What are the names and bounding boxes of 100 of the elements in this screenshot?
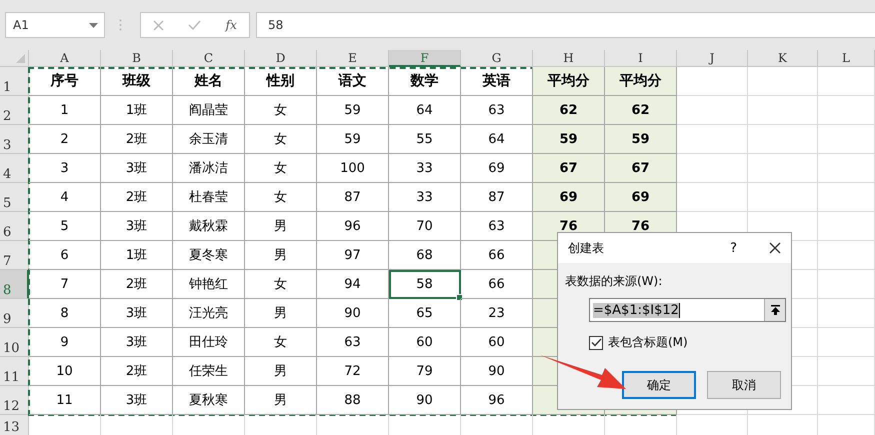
table-cell: 夏冬寒: [173, 241, 245, 270]
empty-cell[interactable]: [818, 183, 875, 212]
row-header[interactable]: 10: [0, 328, 29, 357]
column-header[interactable]: F: [389, 50, 461, 67]
table-cell: 69: [605, 183, 677, 212]
table-cell: 59: [317, 125, 389, 154]
table-cell: 62: [605, 96, 677, 125]
table-cell: 60: [389, 328, 461, 357]
close-icon[interactable]: [769, 242, 781, 254]
table-cell: 96: [317, 212, 389, 241]
column-header[interactable]: A: [29, 50, 101, 67]
column-header[interactable]: J: [677, 50, 748, 67]
column-header[interactable]: C: [173, 50, 245, 67]
row-header[interactable]: 9: [0, 299, 29, 328]
table-cell: 90: [389, 386, 461, 415]
table-cell: 2: [29, 125, 101, 154]
column-heading: 性别: [245, 67, 317, 96]
row-header[interactable]: 5: [0, 183, 29, 212]
row-header[interactable]: 4: [0, 154, 29, 183]
table-cell: 69: [533, 183, 605, 212]
table-cell: 潘冰洁: [173, 154, 245, 183]
empty-cell[interactable]: [818, 67, 875, 96]
empty-cell[interactable]: [818, 241, 875, 270]
table-cell: 67: [533, 154, 605, 183]
help-button[interactable]: ?: [730, 240, 737, 256]
table-cell: 男: [245, 299, 317, 328]
empty-cell[interactable]: [818, 270, 875, 299]
table-cell: 55: [389, 125, 461, 154]
empty-cell[interactable]: [748, 125, 818, 154]
row-header[interactable]: 8: [0, 270, 29, 299]
column-header[interactable]: D: [245, 50, 317, 67]
formula-field[interactable]: 58: [256, 12, 875, 38]
row-header[interactable]: 7: [0, 241, 29, 270]
row-header[interactable]: 11: [0, 357, 29, 386]
corner-header[interactable]: [0, 50, 29, 67]
select-all-icon[interactable]: [16, 54, 25, 63]
fill-handle[interactable]: [456, 294, 463, 301]
checkbox[interactable]: [589, 336, 603, 350]
cancel-icon[interactable]: [153, 20, 164, 30]
table-cell: 10: [29, 357, 101, 386]
table-cell: 女: [245, 270, 317, 299]
empty-cell[interactable]: [818, 328, 875, 357]
table-cell: 11: [29, 386, 101, 415]
source-label: 表数据的来源(W):: [565, 273, 664, 290]
name-box[interactable]: A1: [5, 12, 105, 38]
check-icon[interactable]: [188, 20, 202, 30]
row-header[interactable]: 1: [0, 67, 29, 96]
table-cell: 钟艳红: [173, 270, 245, 299]
empty-cell[interactable]: [748, 67, 818, 96]
table-cell: 2班: [101, 183, 173, 212]
table-cell: 2班: [101, 125, 173, 154]
insert-function-button[interactable]: fx: [226, 18, 237, 32]
row-header[interactable]: 13: [0, 415, 29, 435]
table-cell: 杜春莹: [173, 183, 245, 212]
empty-cell[interactable]: [748, 154, 818, 183]
column-header[interactable]: K: [748, 50, 818, 67]
table-cell: 94: [317, 270, 389, 299]
empty-cell[interactable]: [818, 154, 875, 183]
table-cell: 任荣生: [173, 357, 245, 386]
empty-cell[interactable]: [818, 299, 875, 328]
column-header[interactable]: H: [533, 50, 605, 67]
table-cell: 3班: [101, 212, 173, 241]
empty-cell[interactable]: [818, 357, 875, 386]
empty-cell[interactable]: [748, 183, 818, 212]
column-header[interactable]: G: [461, 50, 533, 67]
table-cell: 70: [389, 212, 461, 241]
column-header[interactable]: B: [101, 50, 173, 67]
table-cell: 男: [245, 212, 317, 241]
table-cell: 男: [245, 241, 317, 270]
ok-button[interactable]: 确定: [622, 371, 696, 399]
empty-cell[interactable]: [818, 386, 875, 415]
table-cell: 9: [29, 328, 101, 357]
table-cell: 90: [317, 299, 389, 328]
table-cell: 女: [245, 96, 317, 125]
table-cell: 68: [389, 241, 461, 270]
table-cell: 72: [317, 357, 389, 386]
row-header[interactable]: 12: [0, 386, 29, 415]
column-heading: 姓名: [173, 67, 245, 96]
empty-cell[interactable]: [818, 96, 875, 125]
table-cell: 62: [533, 96, 605, 125]
cancel-button[interactable]: 取消: [707, 371, 781, 399]
table-cell: 1: [29, 96, 101, 125]
empty-cell[interactable]: [818, 212, 875, 241]
caret-icon[interactable]: [89, 22, 98, 28]
table-cell: 4: [29, 183, 101, 212]
table-cell: 女: [245, 154, 317, 183]
row-header[interactable]: 6: [0, 212, 29, 241]
column-header[interactable]: I: [605, 50, 677, 67]
empty-cell[interactable]: [818, 125, 875, 154]
table-cell: 田仕玲: [173, 328, 245, 357]
row-header[interactable]: 2: [0, 96, 29, 125]
table-cell: 5: [29, 212, 101, 241]
table-cell: 阎晶莹: [173, 96, 245, 125]
empty-cell[interactable]: [748, 96, 818, 125]
table-cell: 3班: [101, 299, 173, 328]
table-cell: 88: [317, 386, 389, 415]
table-cell: 男: [245, 386, 317, 415]
column-header[interactable]: L: [818, 50, 875, 67]
column-header[interactable]: E: [317, 50, 389, 67]
row-header[interactable]: 3: [0, 125, 29, 154]
